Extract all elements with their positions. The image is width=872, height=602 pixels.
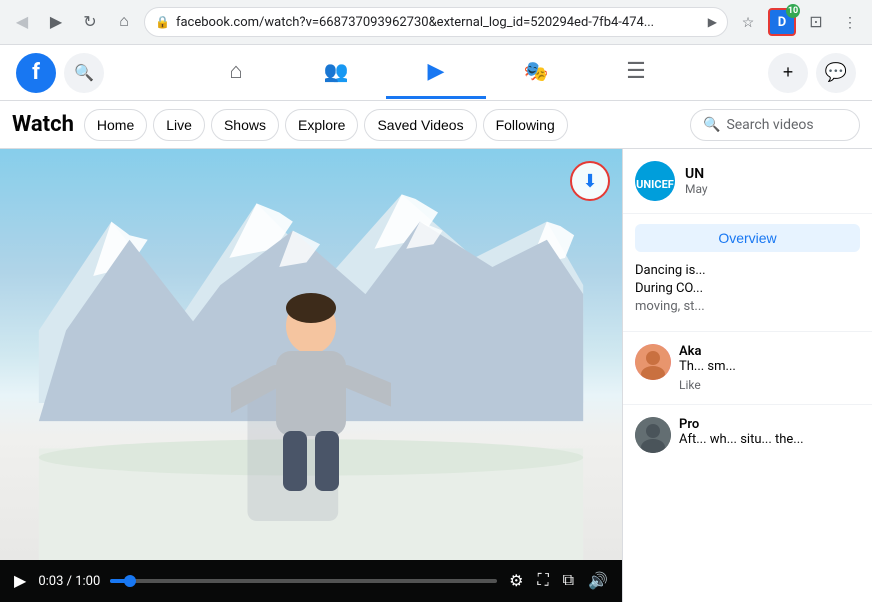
comment-item-2: Pro Aft... wh... situ... the... xyxy=(623,409,872,461)
watch-bar: Watch Home Live Shows Explore Saved Vide… xyxy=(0,101,872,149)
extension-label: D xyxy=(778,15,786,30)
explore-nav-btn[interactable]: Explore xyxy=(285,109,358,141)
cast-button[interactable]: ⊡ xyxy=(802,8,830,36)
facebook-nav: f 🔍 ⌂ 👥 ▶ 🎭 ☰ + 💬 xyxy=(0,45,872,101)
forward-button[interactable]: ▶ xyxy=(42,8,70,36)
video-area: ⬇ ▶ 0:03 / 1:00 ⚙ ⛶ ⧉ 🔊 xyxy=(0,149,622,602)
fb-search-button[interactable]: 🔍 xyxy=(64,53,104,93)
search-icon: 🔍 xyxy=(703,117,720,133)
watch-title: Watch xyxy=(12,112,74,137)
comment-avatar-2 xyxy=(635,417,671,453)
home-nav-btn[interactable]: Home xyxy=(84,109,147,141)
total-time: 1:00 xyxy=(75,574,100,589)
fb-nav-right: + 💬 xyxy=(768,53,856,93)
download-icon: ⬇ xyxy=(582,171,597,192)
watch-nav-icon: ▶ xyxy=(428,58,445,84)
home-button[interactable]: ⌂ xyxy=(110,8,138,36)
home-nav-icon: ⌂ xyxy=(229,58,242,84)
desc-line2: During CO... xyxy=(635,280,860,298)
comment-like-1[interactable]: Like xyxy=(679,378,860,392)
sidebar-divider-2 xyxy=(623,404,872,405)
progress-bar[interactable] xyxy=(110,579,497,583)
comment-text-2: Aft... wh... situ... the... xyxy=(679,432,860,449)
facebook-logo: f xyxy=(16,53,56,93)
desc-line1: Dancing is... xyxy=(635,262,860,280)
fullscreen-button[interactable]: ⛶ xyxy=(535,570,550,592)
refresh-button[interactable]: ↻ xyxy=(76,8,104,36)
desc-line3: moving, st... xyxy=(635,298,860,316)
channel-date: May xyxy=(685,182,708,196)
comment-avatar-1 xyxy=(635,344,671,380)
add-button[interactable]: + xyxy=(768,53,808,93)
channel-avatar: UNICEF xyxy=(635,161,675,201)
address-arrow-icon: ▶ xyxy=(708,15,717,29)
channel-name: UN xyxy=(685,166,708,182)
extension-button[interactable]: D 10 xyxy=(768,8,796,36)
bookmark-button[interactable]: ☆ xyxy=(734,8,762,36)
nav-groups-button[interactable]: 🎭 xyxy=(486,47,586,99)
svg-text:UNICEF: UNICEF xyxy=(636,178,674,191)
video-controls: ▶ 0:03 / 1:00 ⚙ ⛶ ⧉ 🔊 xyxy=(0,560,622,602)
more-button[interactable]: ⋮ xyxy=(836,8,864,36)
following-nav-btn[interactable]: Following xyxy=(483,109,568,141)
download-button[interactable]: ⬇ xyxy=(570,161,610,201)
nav-friends-button[interactable]: 👥 xyxy=(286,47,386,99)
sidebar-divider xyxy=(623,331,872,332)
main-content: ⬇ ▶ 0:03 / 1:00 ⚙ ⛶ ⧉ 🔊 xyxy=(0,149,872,602)
live-nav-btn[interactable]: Live xyxy=(153,109,205,141)
comment-item: Aka Th... sm... Like xyxy=(623,336,872,401)
messenger-button[interactable]: 💬 xyxy=(816,53,856,93)
nav-menu-button[interactable]: ☰ xyxy=(586,47,686,99)
video-container[interactable]: ⬇ xyxy=(0,149,622,560)
address-bar[interactable]: 🔒 facebook.com/watch?v=668737093962730&e… xyxy=(144,7,728,37)
sidebar-info: UN May xyxy=(685,166,708,196)
fb-nav-icons: ⌂ 👥 ▶ 🎭 ☰ xyxy=(112,47,760,99)
extension-badge: 10 xyxy=(786,4,800,18)
sidebar-description: Dancing is... During CO... moving, st... xyxy=(623,262,872,327)
saved-videos-nav-btn[interactable]: Saved Videos xyxy=(364,109,476,141)
comment-body-2: Pro Aft... wh... situ... the... xyxy=(679,417,860,449)
friends-nav-icon: 👥 xyxy=(324,59,349,84)
browser-toolbar: ◀ ▶ ↻ ⌂ 🔒 facebook.com/watch?v=668737093… xyxy=(0,0,872,44)
video-scene: ⬇ xyxy=(0,149,622,560)
volume-button[interactable]: 🔊 xyxy=(586,569,610,593)
commenter-name-2: Pro xyxy=(679,417,860,432)
menu-nav-icon: ☰ xyxy=(626,58,646,84)
commenter-name-1: Aka xyxy=(679,344,860,359)
sidebar-header: UNICEF UN May xyxy=(623,149,872,214)
progress-thumb xyxy=(124,575,136,587)
current-time: 0:03 xyxy=(38,574,63,589)
settings-button[interactable]: ⚙ xyxy=(507,569,525,593)
overview-button[interactable]: Overview xyxy=(635,224,860,252)
video-subject xyxy=(231,286,391,510)
browser-chrome: ◀ ▶ ↻ ⌂ 🔒 facebook.com/watch?v=668737093… xyxy=(0,0,872,45)
search-placeholder: Search videos xyxy=(726,117,813,133)
watch-search[interactable]: 🔍 Search videos xyxy=(690,109,860,141)
back-button[interactable]: ◀ xyxy=(8,8,36,36)
address-text: facebook.com/watch?v=668737093962730&ext… xyxy=(176,15,702,30)
nav-home-button[interactable]: ⌂ xyxy=(186,47,286,99)
groups-nav-icon: 🎭 xyxy=(524,59,549,84)
comment-text-1: Th... sm... xyxy=(679,359,860,376)
time-display: 0:03 / 1:00 xyxy=(38,574,100,589)
sidebar: UNICEF UN May Overview Dancing is... Dur… xyxy=(622,149,872,602)
lock-icon: 🔒 xyxy=(155,15,170,29)
pip-button[interactable]: ⧉ xyxy=(561,570,576,592)
play-button[interactable]: ▶ xyxy=(12,569,28,593)
time-separator: / xyxy=(67,574,76,589)
shows-nav-btn[interactable]: Shows xyxy=(211,109,279,141)
comment-body-1: Aka Th... sm... Like xyxy=(679,344,860,393)
nav-watch-button[interactable]: ▶ xyxy=(386,47,486,99)
